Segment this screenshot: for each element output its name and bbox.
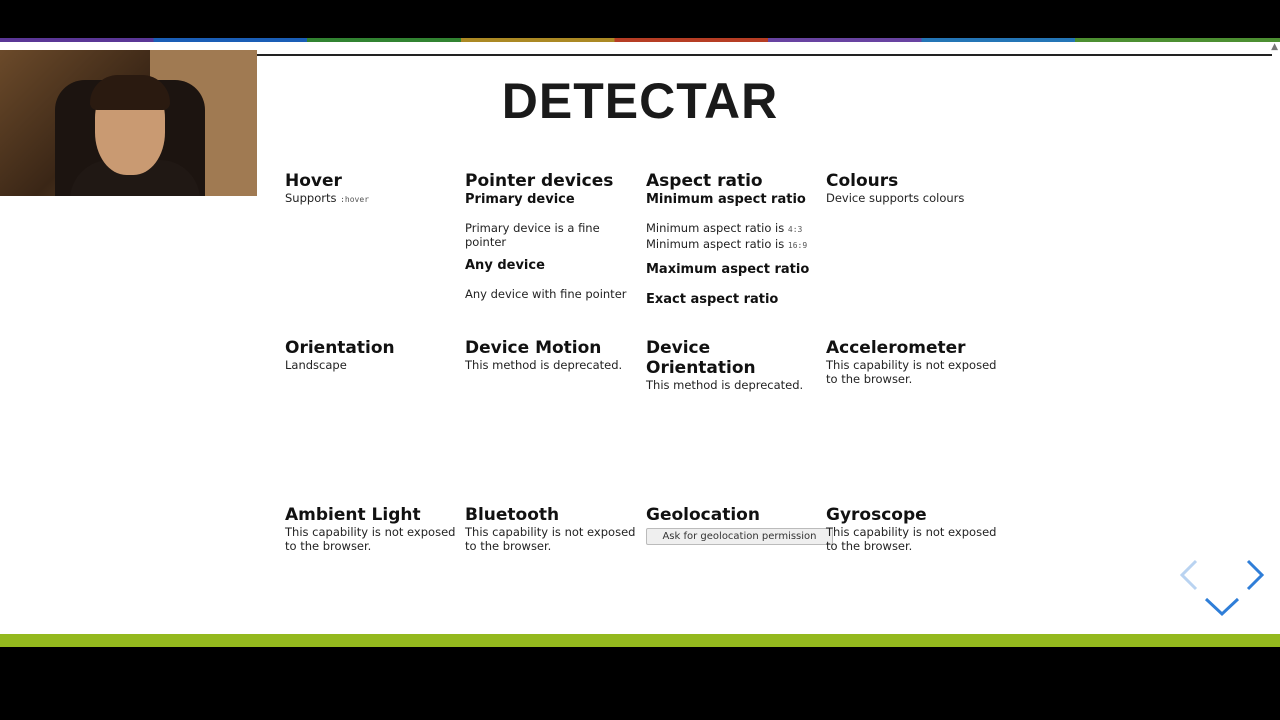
footer-progress-bar (0, 634, 1280, 647)
min-aspect-heading: Minimum aspect ratio (646, 192, 806, 207)
min-aspect-line-1: Minimum aspect ratio is 4:3 (646, 221, 818, 237)
min-aspect-code-2: 16:9 (787, 241, 808, 250)
ambient-light-cell: Ambient Light This capability is not exp… (285, 505, 457, 553)
orientation-text: Landscape (285, 358, 347, 372)
gyroscope-cell: Gyroscope This capability is not exposed… (826, 505, 998, 553)
aspect-ratio-cell: Aspect ratio Minimum aspect ratio Minimu… (646, 171, 818, 309)
pointer-devices-cell: Pointer devices Primary device Primary d… (465, 171, 637, 301)
chevron-right-icon[interactable] (1242, 557, 1268, 593)
device-orientation-text: This method is deprecated. (646, 378, 804, 392)
any-device-heading: Any device (465, 258, 545, 273)
bluetooth-text: This capability is not exposed to the br… (465, 525, 636, 553)
colours-heading: Colours (826, 171, 899, 191)
hover-heading: Hover (285, 171, 342, 191)
accelerometer-text: This capability is not exposed to the br… (826, 358, 997, 386)
max-aspect-heading: Maximum aspect ratio (646, 262, 810, 277)
exact-aspect-heading: Exact aspect ratio (646, 292, 779, 307)
geolocation-heading: Geolocation (646, 505, 760, 525)
device-orientation-cell: Device Orientation This method is deprec… (646, 338, 818, 392)
primary-device-text: Primary device is a fine pointer (465, 221, 600, 249)
hover-text: Supports :hover (285, 191, 457, 207)
video-top-letterbox (0, 0, 1280, 38)
accelerometer-heading: Accelerometer (826, 338, 966, 358)
orientation-heading: Orientation (285, 338, 395, 358)
aspect-ratio-heading: Aspect ratio (646, 171, 763, 191)
device-motion-text: This method is deprecated. (465, 358, 623, 372)
webcam-person-hair (90, 75, 170, 110)
min-aspect-code-1: 4:3 (787, 225, 803, 234)
colours-cell: Colours Device supports colours (826, 171, 998, 205)
hover-code: :hover (340, 195, 370, 204)
ambient-light-text: This capability is not exposed to the br… (285, 525, 456, 553)
scroll-up-arrow-icon[interactable]: ▲ (1271, 42, 1278, 52)
chevron-left-icon[interactable] (1176, 557, 1202, 593)
hover-text-prefix: Supports (285, 191, 341, 205)
any-device-text: Any device with fine pointer (465, 287, 627, 301)
chevron-down-icon[interactable] (1203, 594, 1241, 620)
device-motion-cell: Device Motion This method is deprecated. (465, 338, 637, 372)
ambient-light-heading: Ambient Light (285, 505, 421, 525)
accelerometer-cell: Accelerometer This capability is not exp… (826, 338, 998, 386)
bluetooth-heading: Bluetooth (465, 505, 560, 525)
pointer-devices-heading: Pointer devices (465, 171, 614, 191)
min-aspect-line-1-prefix: Minimum aspect ratio is (646, 221, 788, 235)
hover-cell: Hover Supports :hover (285, 171, 457, 207)
orientation-cell: Orientation Landscape (285, 338, 457, 372)
device-motion-heading: Device Motion (465, 338, 602, 358)
bluetooth-cell: Bluetooth This capability is not exposed… (465, 505, 637, 553)
device-orientation-heading: Device Orientation (646, 338, 756, 378)
geolocation-cell: Geolocation Ask for geolocation permissi… (646, 505, 833, 545)
geolocation-permission-button[interactable]: Ask for geolocation permission (646, 528, 833, 545)
colours-text: Device supports colours (826, 191, 965, 205)
primary-device-heading: Primary device (465, 192, 575, 207)
min-aspect-line-2-prefix: Minimum aspect ratio is (646, 237, 788, 251)
gyroscope-text: This capability is not exposed to the br… (826, 525, 997, 553)
gyroscope-heading: Gyroscope (826, 505, 927, 525)
min-aspect-line-2: Minimum aspect ratio is 16:9 (646, 237, 818, 253)
webcam-overlay (0, 50, 257, 196)
